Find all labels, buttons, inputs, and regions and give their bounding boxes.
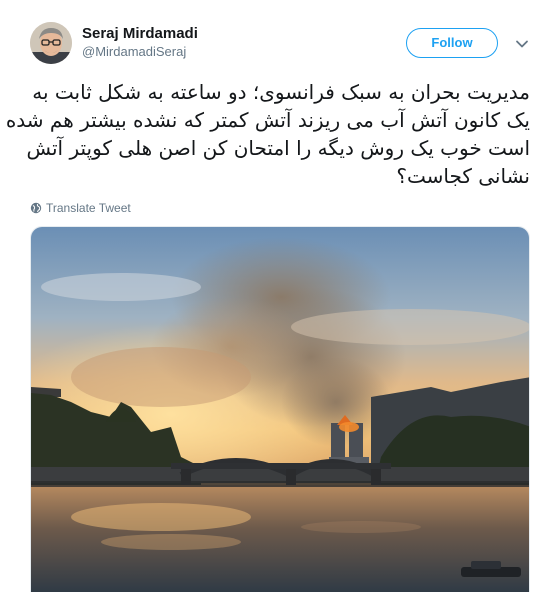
tweet-card: Seraj Mirdamadi @MirdamadiSeraj Follow م… (0, 0, 560, 593)
tweet-header: Seraj Mirdamadi @MirdamadiSeraj Follow (0, 0, 560, 72)
tweet-text-line: یک کانون آتش آب می ریزند آتش کمتر که نشد… (5, 108, 530, 132)
globe-icon (30, 202, 42, 214)
author-block[interactable]: Seraj Mirdamadi @MirdamadiSeraj (82, 24, 198, 61)
chevron-down-icon[interactable] (514, 36, 530, 52)
avatar[interactable] (30, 22, 72, 64)
translate-tweet-link[interactable]: Translate Tweet (30, 200, 131, 216)
avatar-photo-icon (30, 22, 72, 64)
tweet-text: مدیریت بحران به سبک فرانسوی؛ دو ساعته به… (5, 78, 530, 190)
follow-button[interactable]: Follow (406, 28, 498, 58)
author-display-name[interactable]: Seraj Mirdamadi (82, 24, 198, 43)
notre-dame-fire-photo (31, 227, 529, 592)
tweet-text-line: نشانی کجاست؟ (396, 164, 530, 188)
translate-tweet-label[interactable]: Translate Tweet (46, 201, 131, 215)
tweet-text-line: است خوب یک روش دیگه را امتحان کن اصن هلی… (26, 136, 530, 160)
tweet-text-line: مدیریت بحران به سبک فرانسوی؛ دو ساعته به… (32, 80, 530, 104)
tweet-photo[interactable] (30, 226, 530, 592)
author-handle[interactable]: @MirdamadiSeraj (82, 43, 198, 61)
